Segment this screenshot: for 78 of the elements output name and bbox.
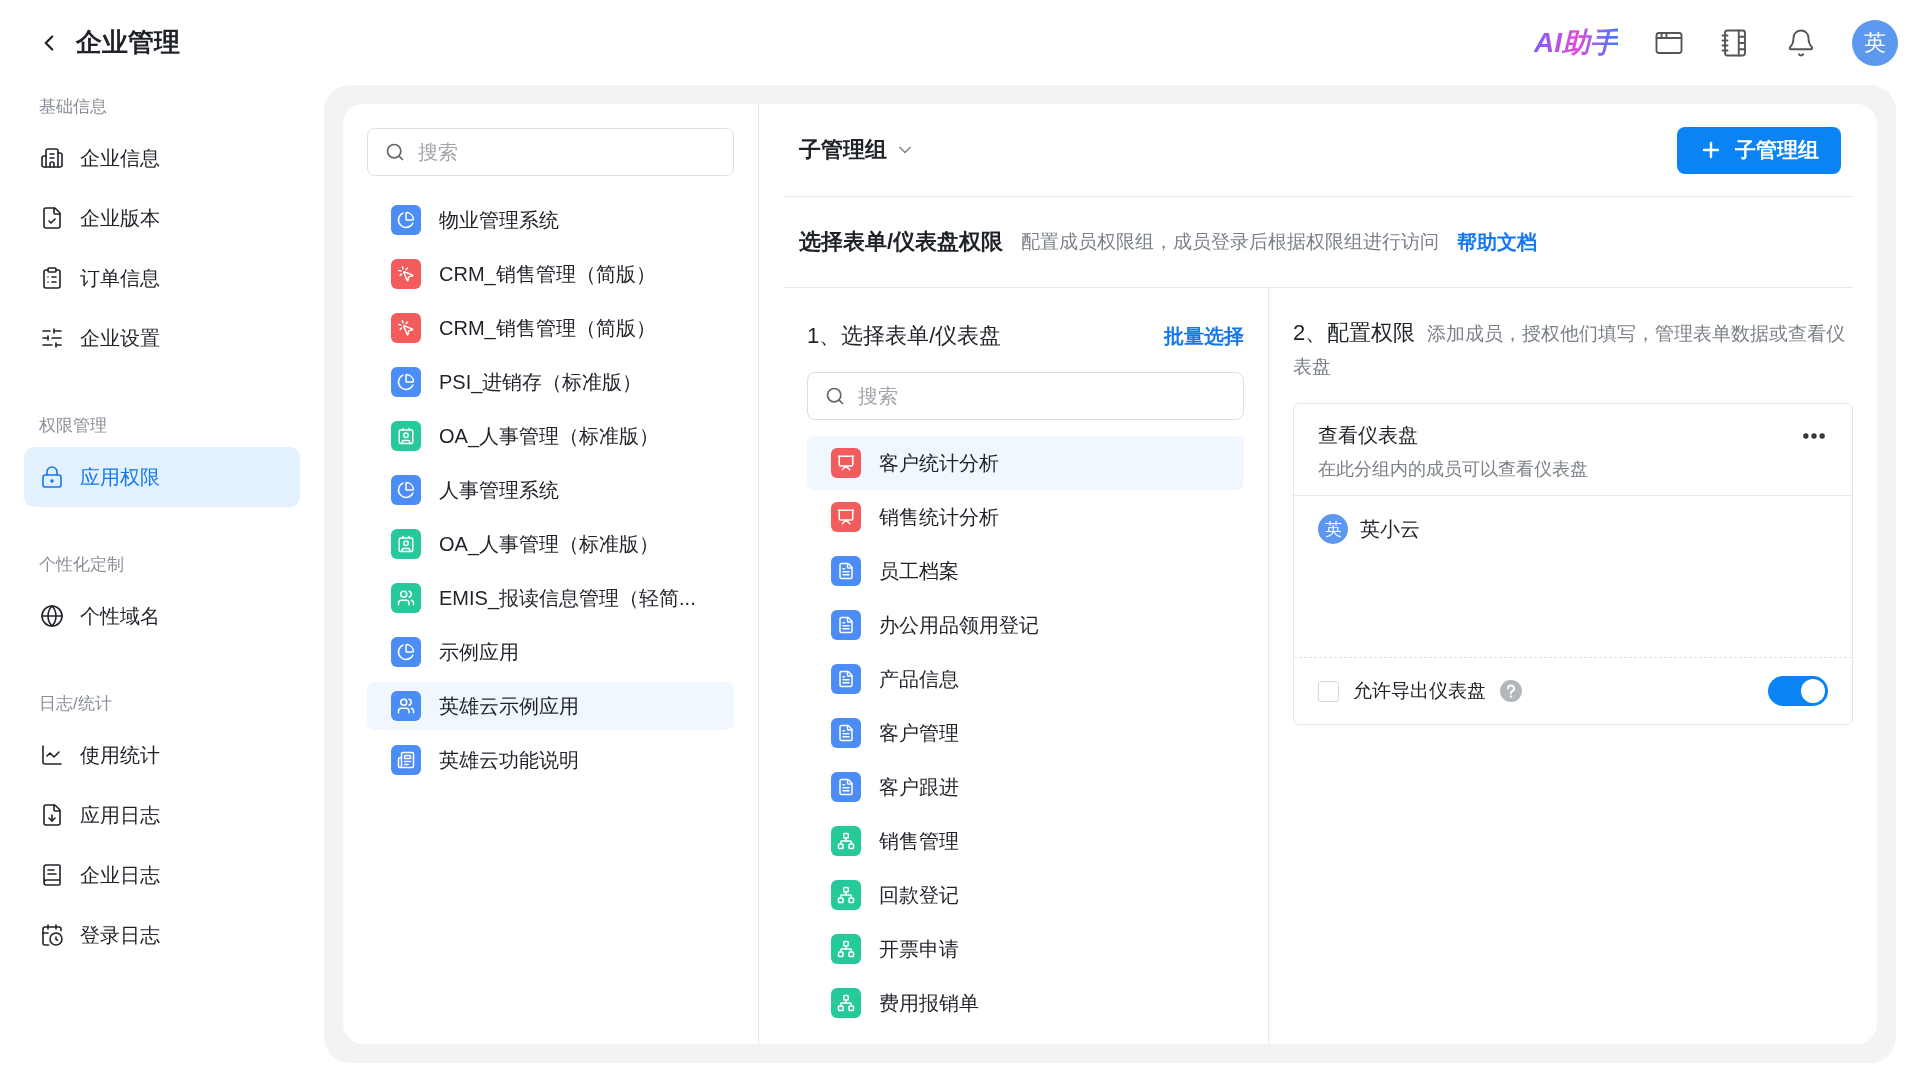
step-title: 1、选择表单/仪表盘: [807, 322, 1002, 350]
checkbox-label: 允许导出仪表盘: [1353, 679, 1486, 703]
app-list-item[interactable]: 英雄云功能说明: [367, 736, 734, 784]
document-icon: [831, 664, 861, 694]
app-list-item[interactable]: OA_人事管理（标准版）: [367, 520, 734, 568]
section-description: 配置成员权限组，成员登录后根据权限组进行访问: [1021, 230, 1440, 254]
search-icon: [825, 386, 845, 406]
form-list-item[interactable]: 办公用品领用登记: [807, 598, 1244, 652]
sidebar-item[interactable]: 应用权限: [24, 447, 300, 507]
member-avatar: 英: [1318, 514, 1348, 544]
document-icon: [831, 718, 861, 748]
notification-icon[interactable]: [1786, 27, 1816, 58]
form-list-item[interactable]: 回款登记: [807, 868, 1244, 922]
form-list-item[interactable]: 客户管理: [807, 706, 1244, 760]
building-icon: [40, 146, 64, 170]
search-field[interactable]: 搜索: [807, 372, 1244, 420]
app-list-item[interactable]: 英雄云示例应用: [367, 682, 734, 730]
form-list-item[interactable]: 销售统计分析: [807, 490, 1244, 544]
globe-icon: [40, 604, 64, 628]
app-list-item[interactable]: PSI_进销存（标准版）: [367, 358, 734, 406]
form-list-item[interactable]: 开票申请: [807, 922, 1244, 976]
presentation-icon: [831, 502, 861, 532]
card-description: 在此分组内的成员可以查看仪表盘: [1318, 458, 1588, 481]
export-checkbox[interactable]: [1318, 680, 1339, 702]
flowchart-icon: [831, 988, 861, 1018]
search-icon: [385, 142, 405, 162]
clipboard-icon: [40, 266, 64, 290]
form-list-item[interactable]: 客户跟进: [807, 760, 1244, 814]
document-check-icon: [40, 206, 64, 230]
help-link[interactable]: 帮助文档: [1457, 228, 1538, 256]
search-field[interactable]: 搜索: [367, 128, 734, 176]
add-group-button[interactable]: 子管理组: [1677, 126, 1841, 174]
flowchart-icon: [831, 934, 861, 964]
sidebar-item[interactable]: 企业信息: [24, 128, 300, 188]
form-list-item[interactable]: 产品信息: [807, 652, 1244, 706]
sidebar-item[interactable]: 企业版本: [24, 188, 300, 248]
form-list-item[interactable]: 客户统计分析: [807, 436, 1244, 490]
card-title: 查看仪表盘: [1318, 423, 1419, 448]
sidebar-item[interactable]: 企业日志: [24, 845, 300, 905]
form-list-item[interactable]: 费用报销单: [807, 976, 1244, 1030]
sidebar-item[interactable]: 个性域名: [24, 586, 300, 646]
toggle-switch[interactable]: [1768, 676, 1828, 706]
sidebar-item[interactable]: 登录日志: [24, 905, 300, 965]
app-list-item[interactable]: CRM_销售管理（简版）: [367, 250, 734, 298]
app-list-item[interactable]: 人事管理系统: [367, 466, 734, 514]
group-dropdown[interactable]: 子管理组: [799, 135, 915, 165]
flowchart-icon: [831, 826, 861, 856]
book-icon: [40, 863, 64, 887]
section-label: 个性化定制: [38, 554, 125, 576]
form-list-item[interactable]: 员工档案: [807, 544, 1244, 598]
sidebar-item[interactable]: 订单信息: [24, 248, 300, 308]
lock-icon: [40, 465, 64, 489]
sidebar-item[interactable]: 使用统计: [24, 725, 300, 785]
app-list-item[interactable]: 物业管理系统: [367, 196, 734, 244]
flowchart-icon: [831, 880, 861, 910]
sidebar-item[interactable]: 应用日志: [24, 785, 300, 845]
document-icon: [831, 772, 861, 802]
presentation-icon: [831, 448, 861, 478]
line-chart-icon: [40, 743, 64, 767]
app-list-item[interactable]: OA_人事管理（标准版）: [367, 412, 734, 460]
document-icon: [831, 556, 861, 586]
member-name: 英小云: [1360, 516, 1420, 542]
app-list-item[interactable]: CRM_销售管理（简版）: [367, 304, 734, 352]
sliders-icon: [40, 326, 64, 350]
download-file-icon: [40, 803, 64, 827]
calendar-clock-icon: [40, 923, 64, 947]
section-label: 日志/统计: [38, 693, 113, 715]
document-icon: [831, 610, 861, 640]
section-label: 基础信息: [38, 96, 108, 118]
section-title: 选择表单/仪表盘权限: [799, 228, 1004, 256]
app-list-item[interactable]: 示例应用: [367, 628, 734, 676]
step-description: 2、配置权限 添加成员，授权他们填写，管理表单数据或查看仪表盘: [1293, 319, 1847, 379]
batch-select-link[interactable]: 批量选择: [1164, 322, 1244, 350]
sidebar-item[interactable]: 企业设置: [24, 308, 300, 368]
form-list-item[interactable]: 销售管理: [807, 814, 1244, 868]
page-title: 企业管理: [76, 26, 180, 59]
section-label: 权限管理: [38, 415, 108, 437]
app-list-item[interactable]: EMIS_报读信息管理（轻简...: [367, 574, 734, 622]
